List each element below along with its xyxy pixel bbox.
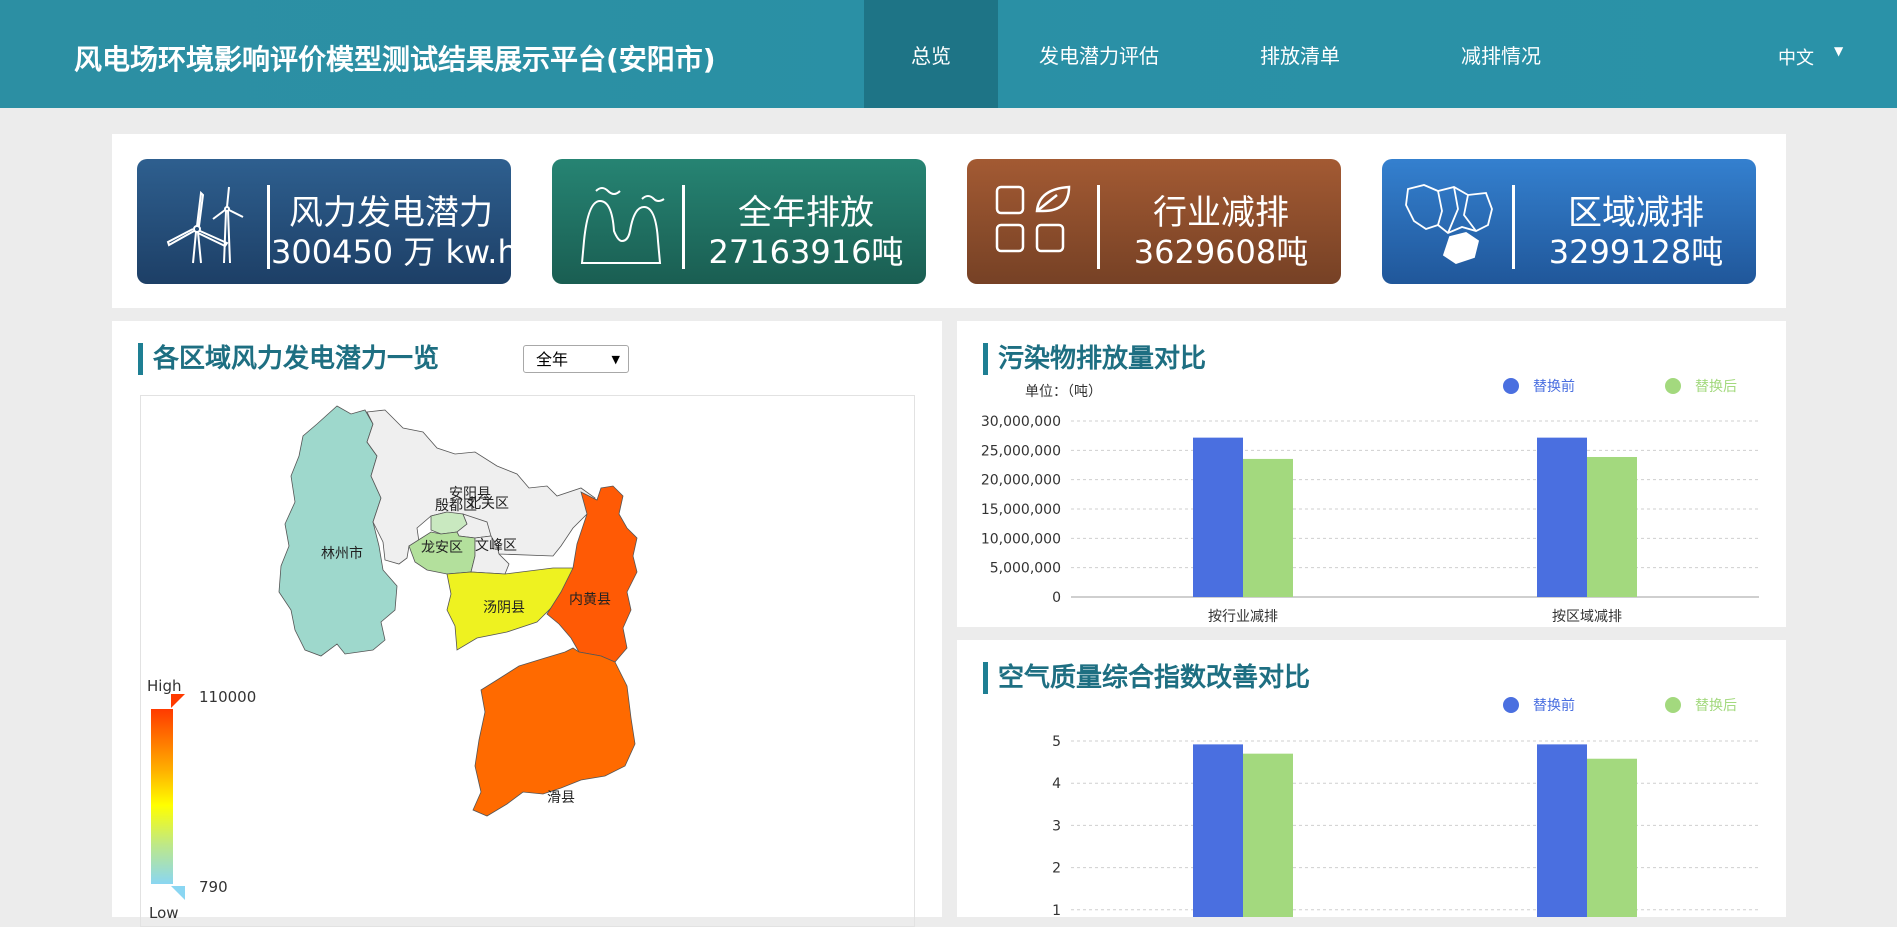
y-tick-label: 20,000,000 <box>981 473 1061 489</box>
stat-value: 27163916吨 <box>708 233 904 271</box>
chart-bar <box>1243 753 1293 917</box>
legend-marker <box>1503 697 1519 713</box>
chart-bar <box>1537 744 1587 917</box>
stat-card-industry-reduction[interactable]: 行业减排 3629608吨 <box>967 159 1341 284</box>
aqi-panel: 空气质量综合指数改善对比 替换前替换后012345 <box>957 640 1786 917</box>
region-label: 内黄县 <box>569 591 611 607</box>
chart-bar <box>1193 437 1243 597</box>
period-select[interactable]: 全年 ▼ <box>523 345 629 373</box>
region-map: 林州市 安阳县 殷都区 北关区 龙安区 文峰区 汤阴县 内黄县 滑县 High … <box>147 405 638 922</box>
chart-bar <box>1587 456 1637 597</box>
region-map-icon <box>1405 184 1493 264</box>
card-divider <box>267 185 270 269</box>
y-tick-label: 4 <box>1052 776 1061 792</box>
caret-down-icon[interactable]: ▼ <box>1834 44 1843 58</box>
y-tick-label: 5 <box>1052 734 1061 750</box>
scale-max-value: 110000 <box>199 688 256 706</box>
legend-label: 替换后 <box>1695 697 1737 714</box>
factory-smoke-icon <box>580 187 665 264</box>
chart-bar <box>1243 458 1293 597</box>
region-label: 汤阴县 <box>483 599 525 615</box>
scale-low-label: Low <box>149 904 179 922</box>
map-panel-title: 各区域风力发电潜力一览 <box>138 343 439 375</box>
grid-leaf-icon <box>995 185 1071 253</box>
aqi-bar-chart: 替换前替换后012345 <box>1052 697 1759 917</box>
pollutant-bar-chart: 替换前 替换后 单位：（吨） 0 5,000,000 10,000,000 15,000,0… <box>981 378 1759 625</box>
legend-label: 替换后 <box>1695 378 1737 395</box>
map-panel: 各区域风力发电潜力一览 全年 ▼ 林州市 安阳县 殷都区 北关区 龙安区 文峰区… <box>112 321 942 927</box>
y-tick-label: 0 <box>1052 590 1061 606</box>
y-tick-label: 10,000,000 <box>981 531 1061 547</box>
nav-emission-reduction[interactable]: 减排情况 <box>1400 0 1602 108</box>
x-tick-label: 按区域减排 <box>1552 609 1622 625</box>
legend-label: 替换前 <box>1533 378 1575 395</box>
stat-value: 3299128吨 <box>1548 233 1724 271</box>
map-frame: 林州市 安阳县 殷都区 北关区 龙安区 文峰区 汤阴县 内黄县 滑县 High … <box>140 395 915 927</box>
legend-marker <box>1503 378 1519 394</box>
stat-card-region-reduction[interactable]: 区域减排 3299128吨 <box>1382 159 1756 284</box>
x-tick-label: 按行业减排 <box>1208 609 1278 625</box>
card-divider <box>1097 185 1100 269</box>
app-title: 风电场环境影响评价模型测试结果展示平台(安阳市) <box>74 43 716 76</box>
main-nav: 总览 发电潜力评估 排放清单 减排情况 <box>864 0 1602 108</box>
scale-min-marker <box>171 886 185 900</box>
region-label: 滑县 <box>547 789 575 805</box>
pollutant-panel: 污染物排放量对比 替换前 替换后 单位：（吨） 0 5,000,000 10,000,00… <box>957 321 1786 627</box>
scale-min-value: 790 <box>199 878 228 896</box>
y-tick-label: 5,000,000 <box>990 561 1061 577</box>
y-tick-label: 30,000,000 <box>981 414 1061 430</box>
card-divider <box>1512 185 1515 269</box>
nav-emission-inventory[interactable]: 排放清单 <box>1200 0 1400 108</box>
scale-max-marker <box>171 694 185 708</box>
stat-card-wind-power[interactable]: 风力发电潜力 300450 万 kw.h <box>137 159 518 284</box>
legend-marker <box>1665 378 1681 394</box>
stat-value: 300450 万 kw.h <box>271 233 518 271</box>
wind-turbine-icon <box>166 186 244 264</box>
period-select-value: 全年 <box>536 350 569 369</box>
region-label: 林州市 <box>321 545 363 561</box>
top-header: 风电场环境影响评价模型测试结果展示平台(安阳市) 总览 发电潜力评估 排放清单 … <box>0 0 1897 108</box>
color-scale-bar <box>151 709 173 884</box>
region-label: 龙安区 <box>421 539 463 555</box>
scale-high-label: High <box>147 677 181 695</box>
chart-bar <box>1587 758 1637 917</box>
region-label: 文峰区 <box>475 537 517 553</box>
chart-bar <box>1537 437 1587 597</box>
stats-strip: 风力发电潜力 300450 万 kw.h 全年排放 27163916吨 行业减排… <box>112 134 1786 308</box>
y-tick-label: 15,000,000 <box>981 502 1061 518</box>
region-label: 北关区 <box>467 495 509 511</box>
legend-label: 替换前 <box>1533 697 1575 714</box>
y-tick-label: 25,000,000 <box>981 443 1061 459</box>
y-tick-label: 2 <box>1052 861 1061 877</box>
stat-value: 3629608吨 <box>1133 233 1309 271</box>
card-divider <box>682 185 685 269</box>
y-axis-unit: 单位：（吨） <box>1025 384 1102 400</box>
language-select[interactable]: 中文 <box>1778 44 1814 70</box>
legend-marker <box>1665 697 1681 713</box>
nav-generation-potential[interactable]: 发电潜力评估 <box>998 0 1200 108</box>
y-tick-label: 1 <box>1052 903 1061 917</box>
chart-bar <box>1193 744 1243 917</box>
nav-overview[interactable]: 总览 <box>864 0 998 108</box>
stat-card-annual-emission[interactable]: 全年排放 27163916吨 <box>552 159 926 284</box>
y-tick-label: 3 <box>1052 818 1061 834</box>
caret-down-icon[interactable]: ▼ <box>612 346 620 374</box>
